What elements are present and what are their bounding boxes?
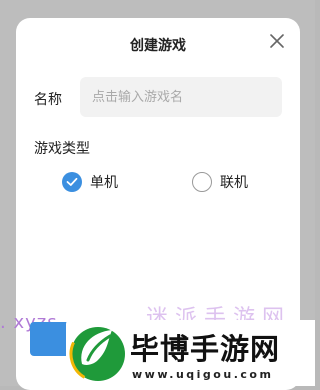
game-name-input[interactable] — [80, 77, 282, 117]
radio-label-single: 单机 — [90, 175, 118, 191]
dialog-title: 创建游戏 — [130, 38, 186, 54]
game-type-label: 游戏类型 — [34, 141, 90, 157]
radio-checked-icon — [62, 172, 82, 192]
radio-online[interactable]: 联机 — [192, 172, 248, 192]
watermark-url: www.uqigou.com — [132, 368, 274, 381]
watermark-banner: 毕博手游网 www.uqigou.com — [66, 320, 315, 386]
close-button[interactable] — [268, 32, 286, 50]
name-label: 名称 — [34, 92, 62, 108]
radio-single-player[interactable]: 单机 — [62, 172, 118, 192]
leaf-logo-icon — [69, 325, 127, 383]
radio-label-online: 联机 — [220, 175, 248, 191]
watermark-brand: 毕博手游网 — [130, 332, 281, 366]
close-icon — [270, 34, 284, 48]
radio-unchecked-icon — [192, 172, 212, 192]
